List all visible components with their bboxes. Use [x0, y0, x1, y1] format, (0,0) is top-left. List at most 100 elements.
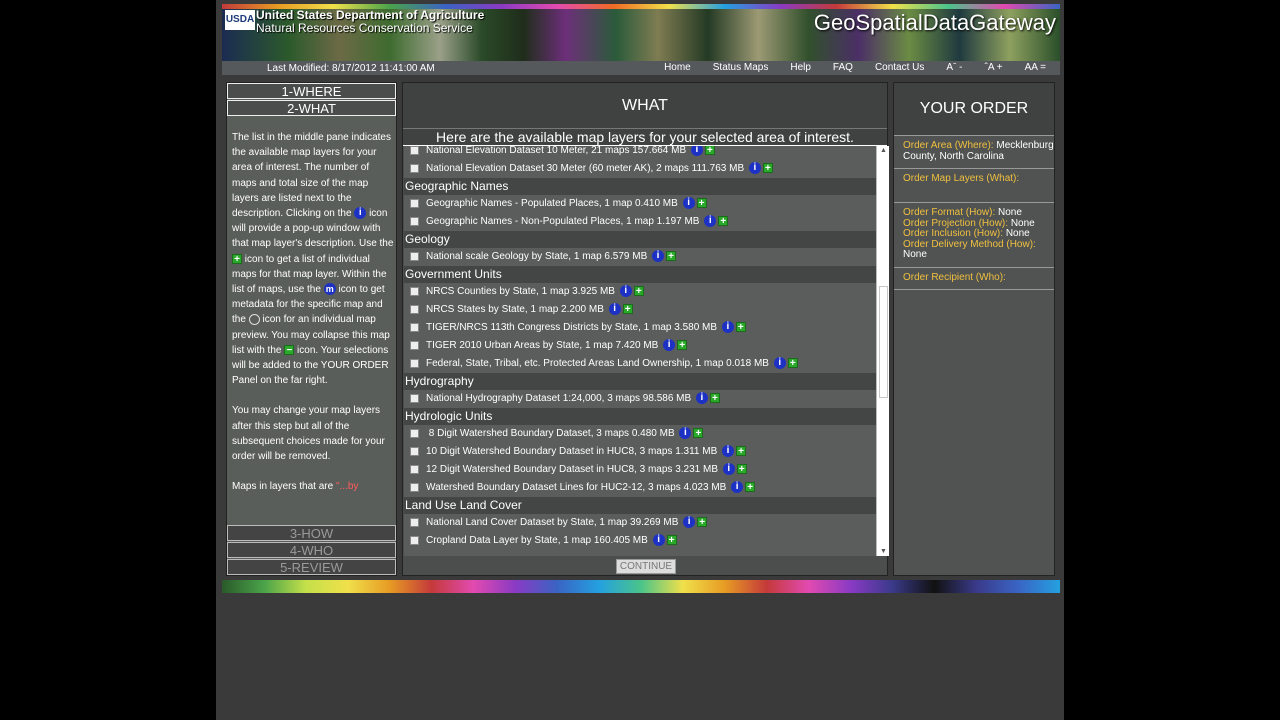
layer-checkbox[interactable] [410, 517, 419, 527]
info-icon[interactable]: i [619, 285, 632, 298]
layer-label: National Land Cover Dataset by State, 1 … [426, 517, 679, 528]
layer-label: National Elevation Dataset 30 Meter (60 … [426, 163, 745, 174]
layer-checkbox[interactable] [410, 535, 419, 545]
layer-checkbox[interactable] [410, 286, 419, 296]
step-1-where[interactable]: 1-WHERE [227, 83, 396, 99]
layer-category: Hydrologic Units [404, 408, 876, 425]
scroll-thumb[interactable] [879, 286, 888, 398]
info-icon[interactable]: i [663, 339, 676, 352]
order-recipient-section: Order Recipient (Who): [894, 266, 1054, 290]
layer-checkbox[interactable] [410, 216, 419, 226]
expand-plus-icon[interactable]: + [693, 428, 704, 439]
layer-row: 8 Digit Watershed Boundary Dataset, 3 ma… [404, 425, 876, 443]
expand-plus-icon[interactable]: + [736, 464, 747, 475]
left-steps-panel: 1-WHERE 2-WHAT The list in the middle pa… [226, 82, 397, 576]
layer-label: National Hydrography Dataset 1:24,000, 3… [426, 393, 692, 404]
scroll-down-arrow-icon[interactable]: ▼ [880, 548, 887, 555]
order-delivery-label: Order Delivery Method (How): [903, 238, 1036, 250]
step-5-review[interactable]: 5-REVIEW [227, 559, 396, 575]
layer-checkbox[interactable] [410, 393, 419, 403]
nav-link-6[interactable]: ˆA + [985, 62, 1003, 73]
step-3-how[interactable]: 3-HOW [227, 525, 396, 541]
nav-link-4[interactable]: Contact Us [875, 62, 924, 73]
nav-link-7[interactable]: AA = [1025, 62, 1046, 73]
preview-icon [248, 314, 260, 326]
info-icon[interactable]: i [748, 162, 761, 175]
layer-label: Geographic Names - Non-Populated Places,… [426, 216, 700, 227]
agency-line-1: United States Department of Agriculture [256, 8, 485, 22]
expand-plus-icon[interactable]: + [704, 146, 715, 156]
help-text-maps: Maps in layers that are [232, 481, 334, 493]
step-2-what[interactable]: 2-WHAT [227, 100, 396, 116]
list-scrollbar[interactable]: ▲ ▼ [876, 146, 889, 556]
info-icon[interactable]: i [704, 215, 717, 228]
scroll-up-arrow-icon[interactable]: ▲ [880, 147, 887, 154]
layer-checkbox[interactable] [410, 446, 419, 456]
info-icon[interactable]: i [722, 463, 735, 476]
expand-plus-icon[interactable]: + [718, 216, 729, 227]
site-banner: USDA United States Department of Agricul… [222, 4, 1060, 61]
expand-plus-icon[interactable]: + [745, 482, 756, 493]
usda-logo[interactable]: USDA [225, 10, 255, 30]
expand-plus-icon[interactable]: + [633, 286, 644, 297]
expand-plus-icon[interactable]: + [697, 517, 708, 528]
expand-plus-icon[interactable]: + [666, 535, 677, 546]
layer-row: 12 Digit Watershed Boundary Dataset in H… [404, 461, 876, 479]
nav-link-1[interactable]: Status Maps [713, 62, 769, 73]
layer-category: Geology [404, 231, 876, 248]
expand-plus-icon[interactable]: + [787, 358, 798, 369]
order-projection-value: None [1010, 217, 1035, 229]
layer-checkbox[interactable] [410, 358, 419, 368]
info-icon[interactable]: i [690, 146, 703, 157]
expand-plus-icon[interactable]: + [622, 304, 633, 315]
layer-label: National Elevation Dataset 10 Meter, 21 … [426, 146, 687, 156]
info-icon[interactable]: i [679, 427, 692, 440]
info-icon[interactable]: i [683, 516, 696, 529]
layer-checkbox[interactable] [410, 340, 419, 350]
info-icon[interactable]: i [652, 250, 665, 263]
info-icon[interactable]: i [731, 481, 744, 494]
help-text: The list in the middle pane indicates th… [232, 130, 394, 525]
layer-checkbox[interactable] [410, 322, 419, 332]
info-icon[interactable]: i [721, 321, 734, 334]
info-icon[interactable]: i [652, 534, 665, 547]
nav-link-5[interactable]: Aˉ - [946, 62, 962, 73]
layer-checkbox[interactable] [410, 146, 419, 155]
layer-checkbox[interactable] [410, 163, 419, 173]
nav-link-3[interactable]: FAQ [833, 62, 853, 73]
layer-checkbox[interactable] [410, 198, 419, 208]
expand-plus-icon[interactable]: + [696, 198, 707, 209]
layer-checkbox[interactable] [410, 428, 419, 438]
info-icon[interactable]: i [608, 303, 621, 316]
layer-row: 10 Digit Watershed Boundary Dataset in H… [404, 443, 876, 461]
order-inclusion-label: Order Inclusion (How): [903, 228, 1004, 239]
expand-plus-icon[interactable]: + [762, 163, 773, 174]
expand-plus-icon[interactable]: + [677, 340, 688, 351]
info-icon[interactable]: i [682, 197, 695, 210]
nav-link-0[interactable]: Home [664, 62, 691, 73]
layer-row: TIGER/NRCS 113th Congress Districts by S… [404, 319, 876, 337]
layer-checkbox[interactable] [410, 482, 419, 492]
nav-link-2[interactable]: Help [790, 62, 811, 73]
info-icon[interactable]: i [773, 357, 786, 370]
remaining-steps: 3-HOW 4-WHO 5-REVIEW [227, 525, 396, 575]
layer-list-scroll[interactable]: National Elevation Dataset 10 Meter, 21 … [404, 146, 889, 556]
layer-label: 8 Digit Watershed Boundary Dataset, 3 ma… [426, 428, 675, 439]
layer-row: TIGER 2010 Urban Areas by State, 1 map 7… [404, 337, 876, 355]
expand-plus-icon[interactable]: + [666, 251, 677, 262]
info-icon[interactable]: i [695, 392, 708, 405]
expand-plus-icon[interactable]: + [736, 446, 747, 457]
expand-plus-icon[interactable]: + [709, 393, 720, 404]
your-order-panel: YOUR ORDER Order Area (Where): Mecklenbu… [893, 82, 1055, 576]
continue-button[interactable]: CONTINUE [616, 559, 676, 574]
layer-row: National Elevation Dataset 10 Meter, 21 … [404, 146, 876, 160]
order-layers-label: Order Map Layers (What): [903, 173, 1020, 184]
metadata-icon: m [323, 283, 336, 296]
layer-checkbox[interactable] [410, 251, 419, 261]
expand-plus-icon[interactable]: + [735, 322, 746, 333]
info-icon[interactable]: i [722, 445, 735, 458]
what-panel: WHAT Here are the available map layers f… [402, 82, 889, 576]
layer-checkbox[interactable] [410, 304, 419, 314]
step-4-who[interactable]: 4-WHO [227, 542, 396, 558]
layer-checkbox[interactable] [410, 464, 419, 474]
